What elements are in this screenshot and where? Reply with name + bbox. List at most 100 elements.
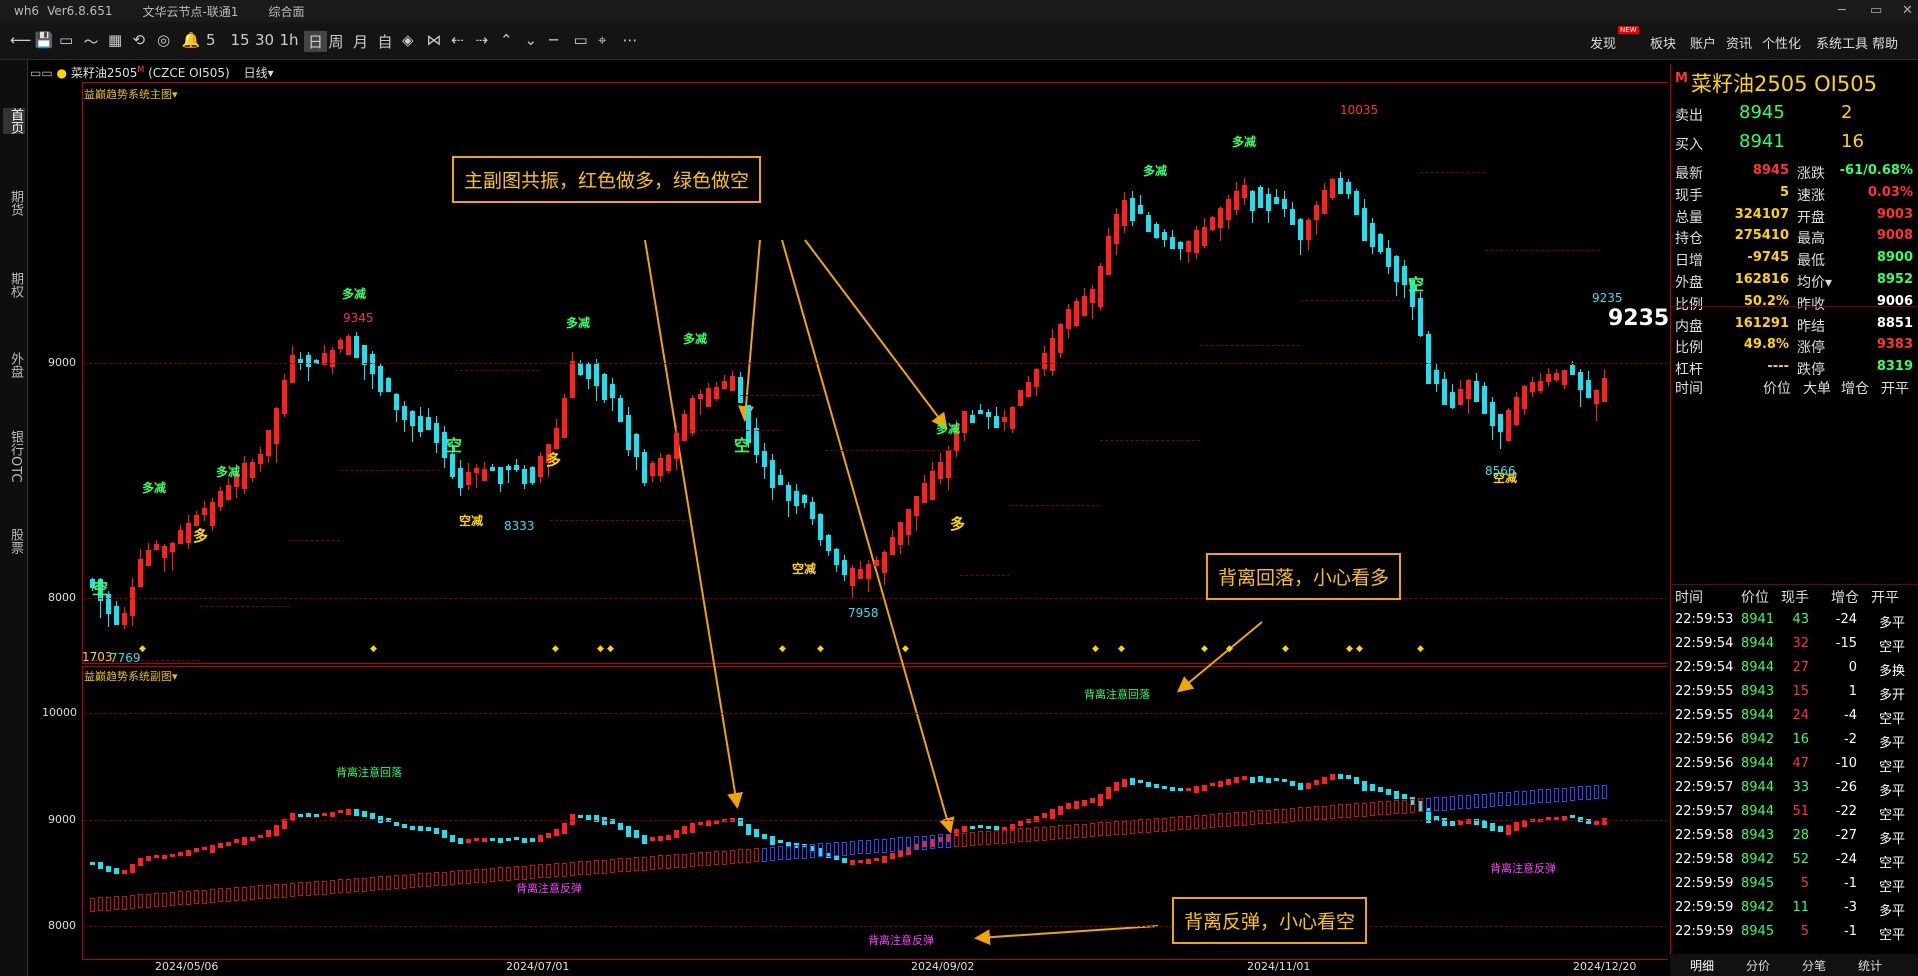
trade-row[interactable]: 22:59:54 8944 27 0 多换 (1671, 656, 1918, 680)
toolbar-button-6[interactable]: ◎ (157, 31, 170, 49)
trade-row[interactable]: 22:59:57 8944 51 -22 空平 (1671, 800, 1918, 824)
signal-label: 多减 (142, 481, 167, 495)
side-tab-5[interactable]: 股票 (3, 528, 25, 554)
menu-1[interactable]: 板块 (1650, 33, 1676, 52)
trade-volume: 5 (1800, 924, 1809, 939)
quote-value: 162816 (1734, 272, 1789, 287)
toolbar-button-11[interactable]: 1h (280, 31, 299, 49)
candle (330, 349, 335, 367)
signal-label: 多减 (1143, 164, 1168, 178)
toolbar-button-9[interactable]: 15 (231, 31, 250, 49)
sub-candle (1498, 826, 1503, 832)
trend-band (1346, 803, 1351, 818)
trend-band (498, 867, 503, 882)
toolbar-button-15[interactable]: 自 (378, 31, 393, 52)
trade-row[interactable]: 22:59:58 8942 52 -24 空平 (1671, 848, 1918, 872)
symbol-name[interactable]: 菜籽油2505 (71, 66, 138, 80)
candle (1482, 386, 1487, 414)
candle (250, 462, 255, 479)
toolbar-button-10[interactable]: 30 (255, 31, 274, 49)
bottom-tab-2[interactable]: 分笔 (1802, 957, 1826, 974)
trade-row[interactable]: 22:59:59 8942 11 -3 多平 (1671, 896, 1918, 920)
trade-type: 空平 (1879, 712, 1906, 727)
trade-row[interactable]: 22:59:56 8942 16 -2 多平 (1671, 728, 1918, 752)
trade-row[interactable]: 22:59:57 8944 33 -26 多平 (1671, 776, 1918, 800)
trade-row[interactable]: 22:59:59 8945 5 -1 空平 (1671, 920, 1918, 944)
toolbar-button-18[interactable]: ⇠ (451, 31, 464, 49)
side-tab-4[interactable]: 银行OTC (3, 430, 25, 483)
side-tab-2[interactable]: 期权 (3, 272, 25, 298)
toolbar-button-7[interactable]: 🔔 (182, 31, 201, 49)
trade-row[interactable]: 22:59:59 8945 5 -1 空平 (1671, 872, 1918, 896)
period-select[interactable]: 日线▾ (244, 66, 274, 80)
toolbar-button-19[interactable]: ⇢ (476, 31, 489, 49)
bottom-tab-0[interactable]: 明细 (1690, 957, 1714, 974)
menu-3[interactable]: 资讯 (1726, 33, 1752, 52)
side-tab-1[interactable]: 期货 (3, 190, 25, 216)
main-chart-title[interactable]: 益巅趋势系统主图▾ (84, 86, 178, 102)
trade-oi: -24 (1835, 852, 1857, 867)
sub-candle (706, 820, 711, 827)
sub-candle (1386, 789, 1391, 796)
toolbar-button-2[interactable]: ▭ (59, 31, 73, 49)
toolbar-button-25[interactable]: ⋯ (623, 31, 638, 49)
toolbar-button-12[interactable]: 日 (304, 31, 328, 52)
close-icon[interactable]: ✕ (1902, 3, 1913, 18)
menu-0[interactable]: 发现 (1590, 33, 1616, 52)
trade-price: 8945 (1741, 924, 1775, 939)
toolbar-button-13[interactable]: 周 (329, 31, 344, 52)
trade-row[interactable]: 22:59:56 8944 47 -10 空平 (1671, 752, 1918, 776)
toolbar-button-23[interactable]: ▭ (574, 31, 588, 49)
trade-oi: 1 (1848, 684, 1857, 699)
toolbar-button-16[interactable]: ◈ (402, 31, 414, 49)
trade-oi: -1 (1844, 924, 1857, 939)
candle (1098, 265, 1103, 308)
candle (1234, 191, 1239, 210)
toolbar-button-3[interactable]: 〜 (84, 31, 99, 52)
panel-toggle-icon[interactable]: ▭▭ (30, 66, 53, 80)
trend-band (162, 892, 167, 907)
toolbar-button-1[interactable]: 💾 (35, 31, 54, 49)
sub-candle (1090, 798, 1095, 803)
toolbar-button-17[interactable]: ⋈ (427, 31, 442, 49)
trade-row[interactable]: 22:59:58 8943 28 -27 多平 (1671, 824, 1918, 848)
quote-label: 均价▾ (1797, 275, 1833, 291)
side-tab-0[interactable]: 首页 (3, 108, 25, 134)
maximize-icon[interactable]: ▭ (1870, 3, 1882, 18)
menu-4[interactable]: 个性化 (1762, 33, 1801, 52)
bottom-tab-3[interactable]: 统计 (1858, 957, 1882, 974)
sub-chart-title[interactable]: 益巅趋势系统副图▾ (84, 668, 178, 684)
candle (842, 559, 847, 576)
menu-6[interactable]: 帮助 (1872, 33, 1898, 52)
sub-candle (562, 822, 567, 835)
toolbar-button-8[interactable]: 5 (206, 31, 216, 49)
side-tab-3[interactable]: 外盘 (3, 352, 25, 378)
trend-band (114, 896, 119, 911)
candle (202, 507, 207, 516)
candle (1602, 377, 1607, 402)
trade-row[interactable]: 22:59:55 8943 15 1 多开 (1671, 680, 1918, 704)
trend-band (1138, 819, 1143, 834)
trade-row[interactable]: 22:59:53 8941 43 -24 多平 (1671, 608, 1918, 632)
toolbar-button-21[interactable]: ⌄ (525, 31, 538, 49)
bottom-tab-1[interactable]: 分价 (1746, 957, 1770, 974)
minimize-icon[interactable]: ─ (1838, 3, 1846, 18)
toolbar-button-24[interactable]: ⌖ (598, 31, 606, 49)
menu-2[interactable]: 账户 (1690, 33, 1716, 52)
toolbar-button-22[interactable]: ─ (549, 31, 558, 49)
menu-5[interactable]: 系统工具 (1816, 33, 1868, 52)
x-axis-label: 2024/07/01 (506, 960, 570, 973)
trade-row[interactable]: 22:59:55 8944 24 -4 空平 (1671, 704, 1918, 728)
toolbar-button-5[interactable]: ⟲ (133, 31, 146, 49)
diamond-icon: ◆ (779, 644, 786, 654)
candle (762, 451, 767, 468)
trade-row[interactable]: 22:59:54 8944 32 -15 空平 (1671, 632, 1918, 656)
toolbar-button-14[interactable]: 月 (353, 31, 368, 52)
trend-band (1018, 828, 1023, 843)
candle (1130, 197, 1135, 221)
stop-line (455, 370, 540, 371)
toolbar-button-20[interactable]: ⌃ (500, 31, 513, 49)
toolbar-button-0[interactable]: ⟵ (10, 31, 32, 49)
toolbar-button-4[interactable]: ▦ (108, 31, 122, 49)
trend-band (1586, 785, 1591, 800)
